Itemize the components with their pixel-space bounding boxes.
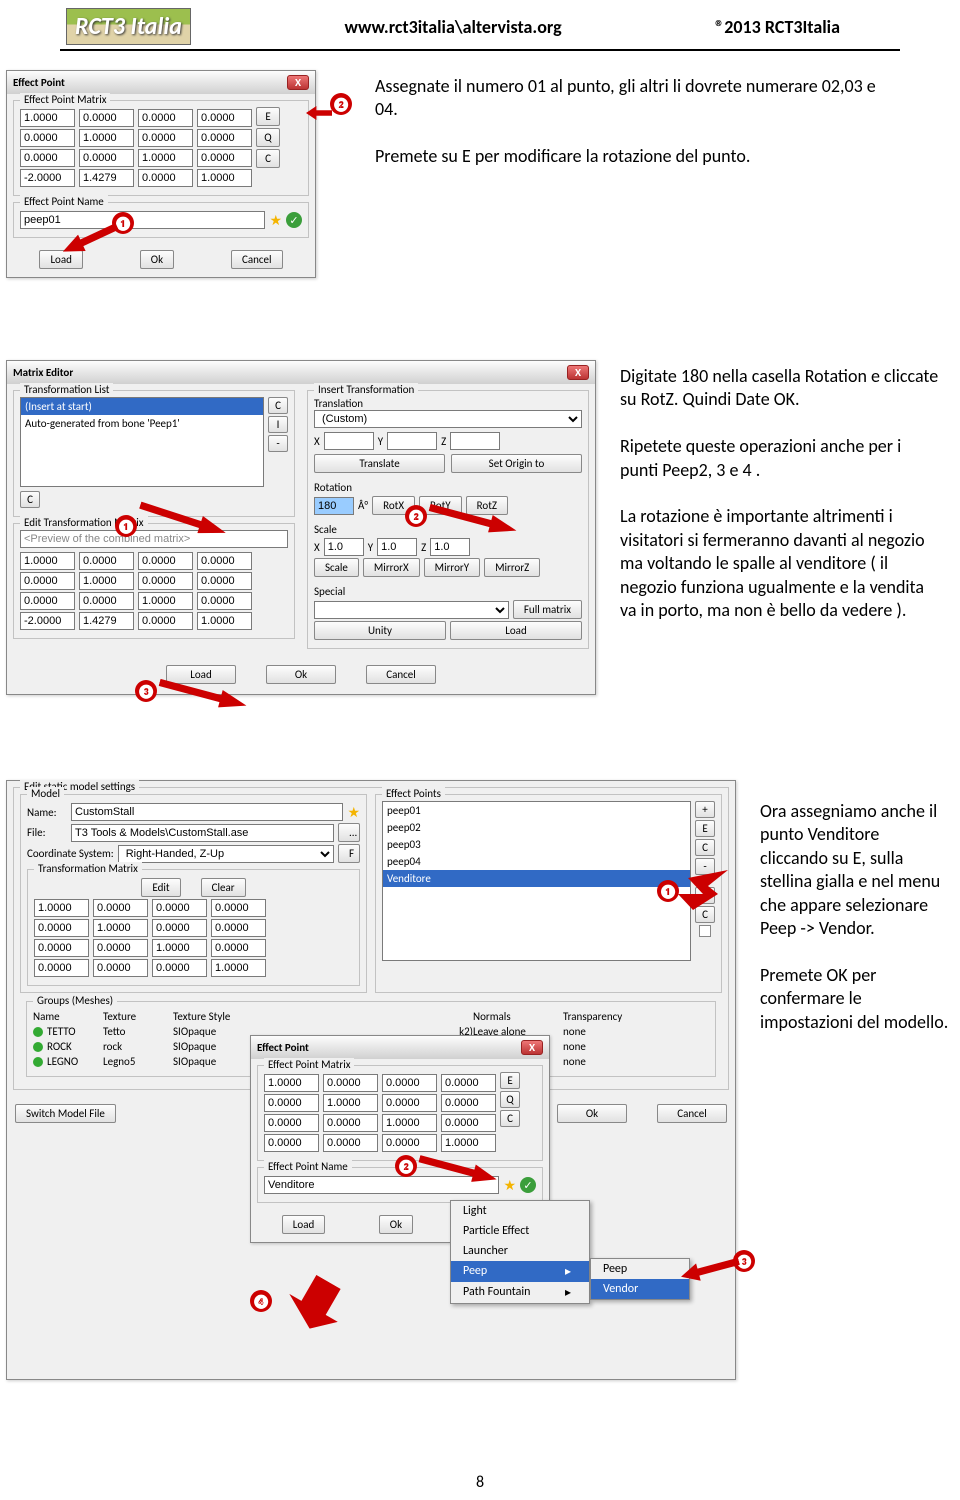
- marker-1: ❶: [115, 515, 137, 537]
- instruction-text: Ora assegniamo anche il punto Venditore …: [760, 800, 950, 1034]
- set-origin-button[interactable]: Set Origin to: [451, 454, 582, 473]
- menu-item[interactable]: Particle Effect: [451, 1221, 589, 1241]
- tm-group: Transformation Matrix EditClear: [27, 869, 360, 986]
- list-item[interactable]: peep02: [383, 819, 690, 836]
- full-matrix-button[interactable]: Full matrix: [513, 600, 582, 619]
- e-button[interactable]: E: [256, 107, 280, 126]
- list-item[interactable]: Auto-generated from bone 'Peep1': [21, 415, 263, 432]
- panel-title: Effect Point X: [251, 1036, 549, 1059]
- ok-button[interactable]: Ok: [557, 1104, 627, 1123]
- star-icon[interactable]: ★: [503, 1177, 516, 1194]
- effect-point-matrix-group: Effect Point Matrix E Q C: [13, 100, 309, 196]
- q-button[interactable]: Q: [256, 128, 280, 147]
- matrix-row: [20, 109, 252, 127]
- instruction-text: Assegnate il numero 01 al punto, gli alt…: [375, 75, 885, 169]
- check-icon[interactable]: ✓: [520, 1177, 536, 1193]
- list-item[interactable]: peep04: [383, 853, 690, 870]
- menu-item[interactable]: Peep: [591, 1259, 689, 1279]
- list-item[interactable]: (Insert at start): [21, 398, 263, 415]
- rotation-input[interactable]: [314, 497, 354, 515]
- marker-1: ❶: [657, 880, 679, 902]
- panel-title-text: Effect Point: [13, 76, 65, 89]
- model-file-input[interactable]: [71, 824, 334, 842]
- marker-3: ❸: [135, 680, 157, 702]
- insert-transformation-group: Insert Transformation Translation (Custo…: [307, 390, 589, 649]
- load-button[interactable]: Load: [166, 665, 236, 684]
- cell[interactable]: [20, 109, 75, 127]
- close-icon[interactable]: X: [287, 75, 309, 90]
- cancel-button[interactable]: Cancel: [366, 665, 436, 684]
- ok-button[interactable]: Ok: [140, 250, 174, 269]
- marker-2: ❷: [330, 93, 352, 115]
- cancel-button[interactable]: Cancel: [231, 250, 283, 269]
- check-icon[interactable]: ✓: [286, 212, 302, 228]
- effect-point-panel-1: Effect Point X Effect Point Matrix E Q C…: [6, 70, 316, 278]
- ep2-name-input[interactable]: [264, 1176, 499, 1194]
- panel-title: Effect Point X: [7, 71, 315, 94]
- coord-select[interactable]: Right-Handed, Z-Up: [118, 845, 334, 863]
- instruction-text: Digitate 180 nella casella Rotation e cl…: [620, 365, 940, 622]
- effect-points-list[interactable]: peep01 peep02 peep03 peep04 Venditore: [382, 801, 691, 961]
- star-icon[interactable]: ★: [269, 212, 282, 229]
- translate-button[interactable]: Translate: [314, 454, 445, 473]
- marker-4: ❹: [250, 1290, 272, 1312]
- cancel-button[interactable]: Cancel: [657, 1104, 727, 1123]
- load-button[interactable]: Load: [39, 250, 82, 269]
- c-button[interactable]: C: [256, 149, 280, 168]
- transformation-list-group: Transformation List (Insert at start) Au…: [13, 390, 295, 517]
- close-icon[interactable]: X: [567, 365, 589, 380]
- translation-select[interactable]: (Custom): [314, 410, 582, 428]
- peep-submenu[interactable]: Peep Vendor: [590, 1258, 690, 1300]
- peep-name-input[interactable]: [20, 211, 265, 229]
- marker-2: ❷: [395, 1155, 417, 1177]
- rotz-button[interactable]: RotZ: [466, 496, 508, 515]
- legend: Effect Point Matrix: [20, 93, 110, 106]
- list-item[interactable]: peep01: [383, 802, 690, 819]
- menu-item[interactable]: Peep▸: [451, 1261, 589, 1282]
- transformation-list[interactable]: (Insert at start) Auto-generated from bo…: [20, 397, 264, 487]
- close-icon[interactable]: X: [521, 1040, 543, 1055]
- page-header: RCT3 Italia www.rct3italia\altervista.or…: [60, 0, 900, 51]
- edit-transformation-matrix-group: Edit Transformation Matrix: [13, 523, 295, 639]
- list-item[interactable]: peep03: [383, 836, 690, 853]
- star-menu[interactable]: Light Particle Effect Launcher Peep▸ Pat…: [450, 1200, 590, 1304]
- header-copyright: ®2013 RCT3Italia: [715, 16, 840, 38]
- load-button[interactable]: Load: [450, 621, 582, 640]
- effect-point-name-group: Effect Point Name ★ ✓: [13, 202, 309, 238]
- ok-button[interactable]: Ok: [266, 665, 336, 684]
- preview-input: [20, 530, 288, 548]
- marker-2: ❷: [405, 505, 427, 527]
- ep2-matrix-group: Effect Point Matrix E Q C: [257, 1065, 543, 1161]
- panel-title: Matrix Editor X: [7, 361, 595, 384]
- star-icon[interactable]: ★: [347, 804, 360, 821]
- legend: Effect Point Name: [20, 195, 108, 208]
- menu-item[interactable]: Path Fountain▸: [451, 1282, 589, 1303]
- menu-item[interactable]: Light: [451, 1201, 589, 1221]
- page-number: 8: [476, 1473, 484, 1492]
- unity-button[interactable]: Unity: [314, 621, 446, 640]
- menu-item[interactable]: Vendor: [591, 1279, 689, 1299]
- header-url: www.rct3italia\altervista.org: [345, 16, 562, 38]
- switch-model-button[interactable]: Switch Model File: [15, 1104, 116, 1123]
- menu-item[interactable]: Launcher: [451, 1241, 589, 1261]
- list-item-selected[interactable]: Venditore: [383, 870, 690, 887]
- logo: RCT3 Italia: [66, 8, 191, 45]
- model-group: Model Name:★ File:... Coordinate System:…: [20, 794, 367, 993]
- model-name-input[interactable]: [71, 803, 343, 821]
